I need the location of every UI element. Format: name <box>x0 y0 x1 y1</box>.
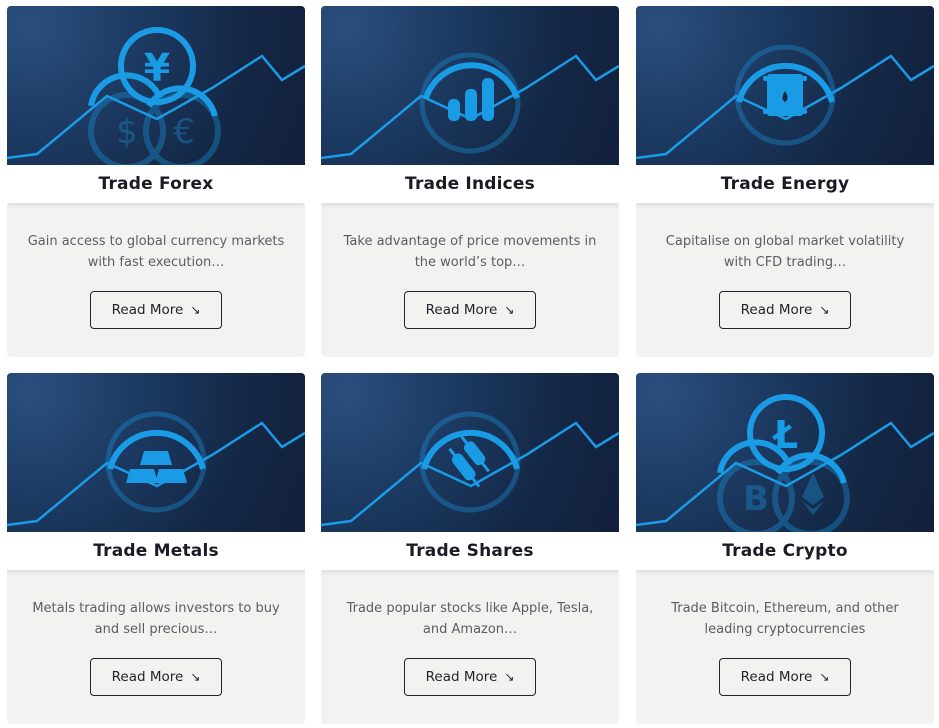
read-more-label: Read More <box>740 302 813 318</box>
card-description: Trade popular stocks like Apple, Tesla, … <box>346 601 594 637</box>
card-indices: Trade Indices Take advantage of price mo… <box>321 6 619 357</box>
forex-banner: $ € ¥ <box>7 6 305 165</box>
card-title: Trade Shares <box>321 532 619 570</box>
energy-banner <box>636 6 934 165</box>
metals-banner <box>7 373 305 532</box>
candlestick-icon <box>321 411 619 527</box>
read-more-label: Read More <box>425 669 498 685</box>
gold-bars-icon <box>7 411 305 527</box>
bar-chart-icon <box>321 52 619 160</box>
card-description: Metals trading allows investors to buy a… <box>32 601 280 637</box>
arrow-down-right-icon: ↘ <box>819 670 830 684</box>
crypto-banner: B Ł <box>636 373 934 532</box>
arrow-down-right-icon: ↘ <box>504 303 515 317</box>
read-more-label: Read More <box>425 302 498 318</box>
shares-banner <box>321 373 619 532</box>
card-description: Trade Bitcoin, Ethereum, and other leadi… <box>671 601 899 637</box>
card-forex: $ € ¥ Trade Forex Gain access to global … <box>7 6 305 357</box>
indices-banner <box>321 6 619 165</box>
card-title: Trade Metals <box>7 532 305 570</box>
card-description: Take advantage of price movements in the… <box>343 234 597 270</box>
card-description: Capitalise on global market volatility w… <box>665 234 905 270</box>
oil-barrel-icon <box>636 44 934 160</box>
read-more-button[interactable]: Read More ↘ <box>90 658 222 696</box>
read-more-button[interactable]: Read More ↘ <box>719 291 851 329</box>
card-crypto: B Ł Trade Crypto Trade Bitcoin, Ethereum… <box>636 373 934 724</box>
arrow-down-right-icon: ↘ <box>190 670 201 684</box>
read-more-label: Read More <box>740 669 813 685</box>
card-metals: Trade Metals Metals trading allows inves… <box>7 373 305 724</box>
card-title: Trade Forex <box>7 165 305 203</box>
card-title: Trade Indices <box>321 165 619 203</box>
crypto-coins-icon: B Ł <box>636 394 934 532</box>
forex-coins-icon: $ € ¥ <box>7 27 305 165</box>
read-more-label: Read More <box>111 669 184 685</box>
arrow-down-right-icon: ↘ <box>819 303 830 317</box>
read-more-button[interactable]: Read More ↘ <box>404 658 536 696</box>
read-more-button[interactable]: Read More ↘ <box>404 291 536 329</box>
card-energy: Trade Energy Capitalise on global market… <box>636 6 934 357</box>
card-title: Trade Crypto <box>636 532 934 570</box>
svg-text:B: B <box>743 479 769 519</box>
svg-text:$: $ <box>116 112 138 152</box>
read-more-button[interactable]: Read More ↘ <box>719 658 851 696</box>
arrow-down-right-icon: ↘ <box>190 303 201 317</box>
read-more-button[interactable]: Read More ↘ <box>90 291 222 329</box>
card-title: Trade Energy <box>636 165 934 203</box>
card-shares: Trade Shares Trade popular stocks like A… <box>321 373 619 724</box>
arrow-down-right-icon: ↘ <box>504 670 515 684</box>
read-more-label: Read More <box>111 302 184 318</box>
svg-text:€: € <box>173 112 195 152</box>
card-description: Gain access to global currency markets w… <box>27 234 285 270</box>
